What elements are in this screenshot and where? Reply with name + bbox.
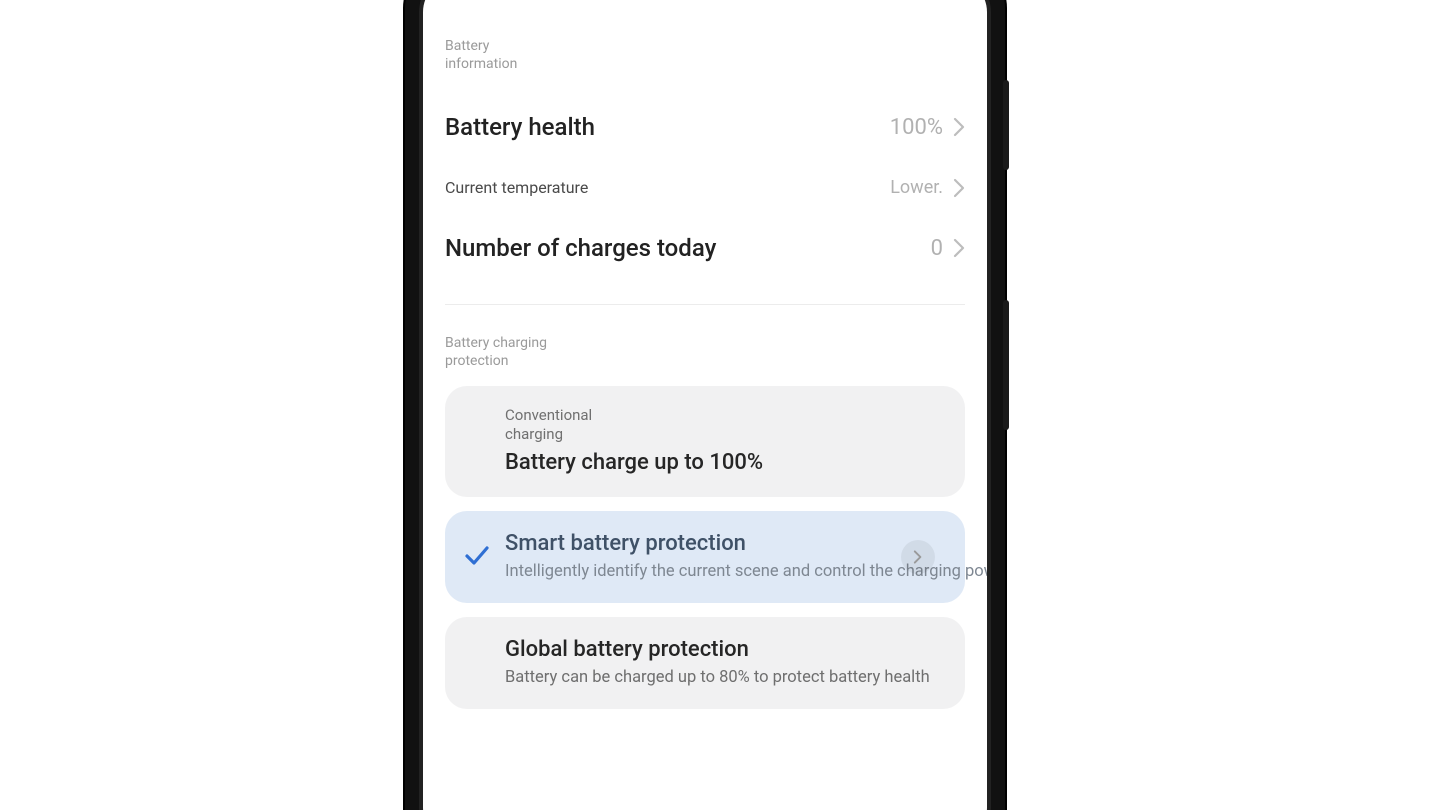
section-header-charging-protection: Battery charging protection [445,335,585,370]
card-title: Global battery protection [505,637,941,662]
card-smart-battery-protection[interactable]: Smart battery protection Intelligently i… [445,511,965,603]
row-battery-health[interactable]: Battery health 100% [445,95,965,159]
chevron-right-icon [953,238,965,258]
card-kicker: Conventional charging [505,406,645,444]
card-title: Battery charge up to 100% [505,450,941,475]
phone-side-button [1003,80,1009,170]
row-label: Current temperature [445,178,588,198]
chevron-right-icon [953,117,965,137]
row-value: 0 [931,236,943,261]
card-global-battery-protection[interactable]: Global battery protection Battery can be… [445,617,965,709]
phone-screen: Battery information Battery health 100% … [423,0,987,810]
row-value: 100% [890,115,943,140]
card-subtitle: Intelligently identify the current scene… [505,562,941,581]
row-charges-today[interactable]: Number of charges today 0 [445,216,965,280]
section-header-battery-info: Battery information [445,38,565,73]
row-value: Lower. [890,177,943,198]
chevron-right-icon [953,178,965,198]
row-label: Number of charges today [445,234,716,262]
card-subtitle: Battery can be charged up to 80% to prot… [505,668,941,687]
row-current-temperature[interactable]: Current temperature Lower. [445,159,965,216]
phone-frame: Battery information Battery health 100% … [405,0,1005,810]
phone-side-button [1003,300,1009,430]
divider [445,304,965,305]
check-icon [463,541,491,573]
row-label: Battery health [445,113,595,141]
card-title: Smart battery protection [505,531,941,556]
card-conventional-charging[interactable]: Conventional charging Battery charge up … [445,386,965,497]
